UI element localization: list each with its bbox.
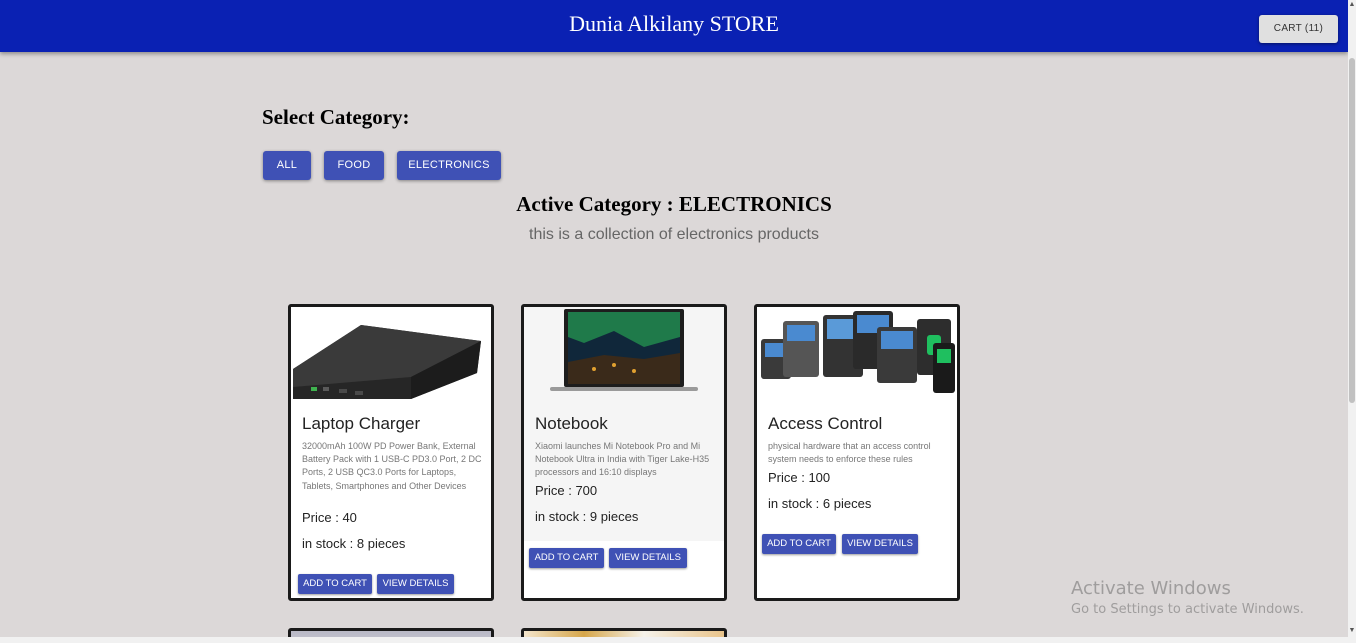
activate-windows-watermark: Activate Windows Go to Settings to activ… [1071,578,1304,617]
active-category-title: Active Category : ELECTRONICS [516,192,832,216]
product-stock: in stock : 9 pieces [535,509,639,524]
product-price: Price : 700 [535,483,598,498]
cart-button[interactable]: CART (11) [1259,15,1338,43]
product-description: 32000mAh 100W PD Power Bank, External Ba… [302,441,482,491]
product-card: Laptop Charger 32000mAh 100W PD Power Ba… [288,304,494,601]
view-details-button[interactable]: VIEW DETAILS [377,574,454,594]
scroll-up-icon[interactable]: ▲ [1348,1,1356,8]
product-image-laptop [524,307,724,399]
product-card: Notebook Xiaomi launches Mi Notebook Pro… [521,304,727,601]
product-image-power-bank [291,307,491,399]
product-stock: in stock : 8 pieces [302,536,406,551]
product-stock: in stock : 6 pieces [768,496,872,511]
horizontal-scrollbar[interactable] [0,637,1348,643]
product-description: physical hardware that an access control… [768,441,931,465]
product-image-access-control [757,307,957,399]
product-price: Price : 100 [768,470,831,485]
product-card: Access Control physical hardware that an… [754,304,960,601]
add-to-cart-button[interactable]: ADD TO CART [529,548,604,568]
store-title: Dunia Alkilany STORE [569,11,779,36]
app-header: Dunia Alkilany STORE CART (11) [0,0,1348,52]
view-details-button[interactable]: VIEW DETAILS [609,548,687,568]
watermark-subtitle: Go to Settings to activate Windows. [1071,602,1304,617]
select-category-heading: Select Category: [262,105,410,129]
product-description: Xiaomi launches Mi Notebook Pro and Mi N… [535,441,710,478]
product-name: Notebook [535,414,608,433]
category-food-button[interactable]: FOOD [324,151,384,180]
vertical-scrollbar[interactable]: ▲ ▼ [1348,0,1356,643]
view-details-button[interactable]: VIEW DETAILS [842,534,918,554]
add-to-cart-button[interactable]: ADD TO CART [298,574,372,594]
active-category-description: this is a collection of electronics prod… [529,226,819,243]
scrollbar-thumb[interactable] [1349,58,1355,403]
product-name: Access Control [768,414,883,433]
product-name: Laptop Charger [302,414,421,433]
category-electronics-button[interactable]: ELECTRONICS [397,151,501,180]
category-all-button[interactable]: ALL [263,151,311,180]
product-price: Price : 40 [302,510,357,525]
watermark-title: Activate Windows [1071,578,1231,599]
scroll-down-icon[interactable]: ▼ [1348,627,1356,634]
add-to-cart-button[interactable]: ADD TO CART [762,534,836,554]
